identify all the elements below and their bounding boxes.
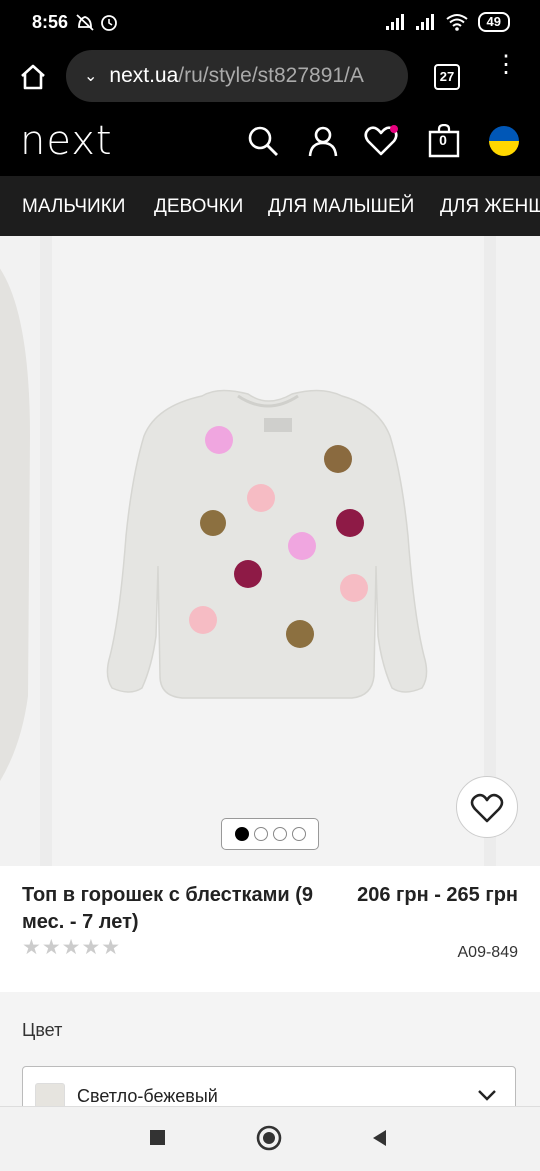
nav-item-babies[interactable]: ДЛЯ МАЛЫШЕЙ [268, 196, 414, 218]
signal-icon [385, 14, 406, 30]
previous-slide[interactable] [0, 236, 40, 866]
ukraine-flag-icon[interactable] [488, 124, 522, 158]
product-price: 206 грн - 265 грн [357, 884, 518, 906]
product-image [106, 389, 428, 699]
product-title: Топ в горошек с блестками (9 мес. - 7 ле… [22, 884, 314, 933]
color-select-value: Светло-бежевый [77, 1086, 218, 1106]
nav-item-women[interactable]: ДЛЯ ЖЕНЩИН [440, 196, 540, 218]
product-code: A09-849 [457, 944, 519, 961]
pagination-dot[interactable] [234, 827, 249, 841]
nav-item-boys[interactable]: МАЛЬЧИКИ [22, 196, 125, 218]
product-gallery[interactable] [0, 236, 540, 866]
battery-indicator: 49 [477, 12, 510, 32]
chevron-down-icon [478, 1090, 496, 1101]
system-nav-bar [0, 1106, 540, 1171]
color-label: Цвет [22, 1020, 63, 1040]
gallery-pagination [221, 818, 319, 850]
next-slide[interactable] [496, 236, 540, 866]
pagination-dot[interactable] [291, 827, 306, 841]
url-path: /ru/style/st827891/A [178, 64, 364, 87]
sleeve-image [0, 268, 30, 782]
status-time: 8:56 [32, 12, 69, 32]
home-icon[interactable] [18, 62, 48, 92]
cart-button[interactable]: 0 [428, 123, 462, 158]
heart-icon [470, 793, 504, 823]
category-nav: МАЛЬЧИКИ ДЕВОЧКИ ДЛЯ МАЛЫШЕЙ ДЛЯ ЖЕНЩИН [0, 176, 540, 236]
account-icon[interactable] [306, 124, 340, 158]
status-bar: 8:56 49 [0, 0, 540, 48]
alarm-icon [76, 14, 117, 31]
pagination-dot[interactable] [253, 827, 268, 841]
recents-icon[interactable] [149, 1129, 167, 1147]
nav-item-girls[interactable]: ДЕВОЧКИ [154, 196, 243, 218]
site-header: next 0 [0, 106, 540, 176]
more-menu-icon[interactable]: ⋮ [494, 53, 518, 90]
back-icon[interactable] [370, 1128, 390, 1148]
home-circle-icon[interactable] [256, 1125, 282, 1151]
wishlist-heart-icon[interactable] [364, 124, 398, 158]
tab-switcher-button[interactable]: 27 [434, 64, 460, 90]
browser-toolbar: ⌄ next.ua/ru/style/st827891/A 27 ⋮ [0, 48, 540, 106]
search-icon[interactable] [246, 124, 280, 158]
rating-stars: ★★★★★ [22, 936, 122, 959]
pagination-dot[interactable] [272, 827, 287, 841]
product-image-slide[interactable] [52, 236, 484, 866]
cart-count: 0 [439, 132, 447, 148]
notification-icons [76, 13, 120, 38]
next-product-image [496, 236, 540, 866]
chevron-down-icon[interactable]: ⌄ [84, 66, 97, 86]
wifi-icon [445, 14, 468, 31]
url-domain: next.ua [109, 64, 179, 87]
site-logo[interactable]: next [20, 118, 113, 164]
add-to-wishlist-button[interactable] [456, 776, 518, 838]
address-bar[interactable]: ⌄ next.ua/ru/style/st827891/A [66, 50, 408, 102]
signal-icon-2 [415, 14, 436, 30]
